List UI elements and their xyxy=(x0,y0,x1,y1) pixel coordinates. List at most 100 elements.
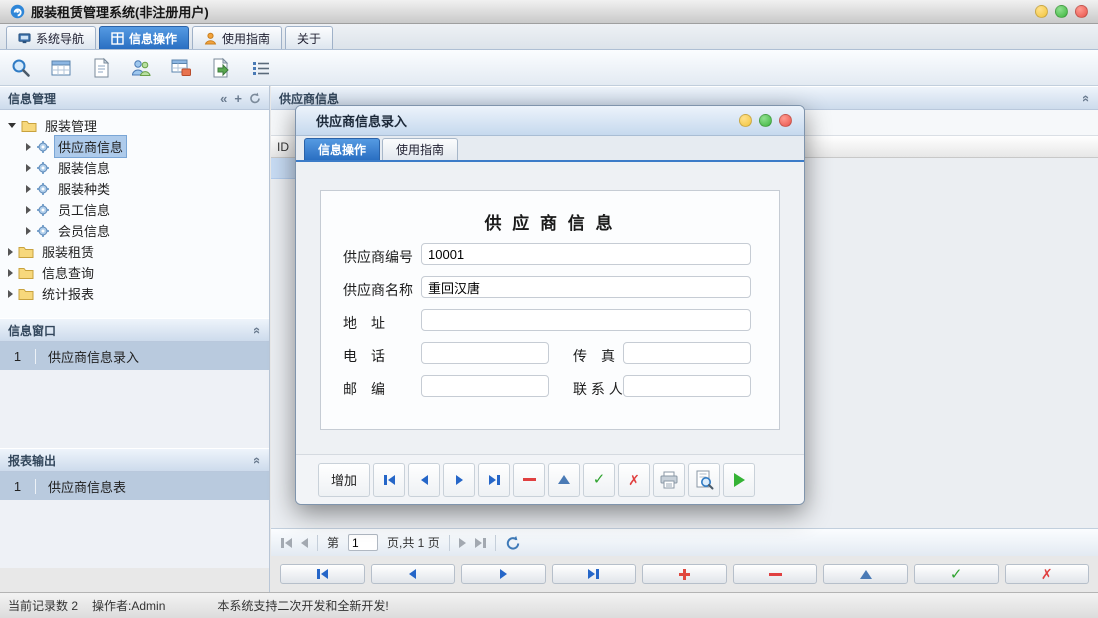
list-button[interactable] xyxy=(248,55,274,81)
maximize-button[interactable] xyxy=(1055,5,1068,18)
expand-arrow-icon[interactable] xyxy=(8,248,13,256)
tab-info-operations[interactable]: 信息操作 xyxy=(99,26,189,49)
dialog-print-button[interactable] xyxy=(653,463,685,497)
contact-input[interactable] xyxy=(623,375,751,397)
add-icon[interactable]: + xyxy=(234,92,242,105)
minimize-button[interactable] xyxy=(1035,5,1048,18)
tree-item-statistics-report[interactable]: 统计报表 xyxy=(0,283,269,304)
phone-input[interactable] xyxy=(421,342,549,364)
tree-item-clothing-category[interactable]: 服装种类 xyxy=(0,178,269,199)
supplier-code-input[interactable] xyxy=(421,243,751,265)
expand-arrow-icon[interactable] xyxy=(26,206,31,214)
table-view-button[interactable] xyxy=(48,55,74,81)
dialog-maximize-button[interactable] xyxy=(759,114,772,127)
dialog-last-button[interactable] xyxy=(478,463,510,497)
expand-arrow-icon[interactable] xyxy=(8,290,13,298)
tree-item-clothing-rental[interactable]: 服装租赁 xyxy=(0,241,269,262)
up-triangle-icon xyxy=(558,475,570,484)
record-cancel-button[interactable]: ✗ xyxy=(1005,564,1090,584)
search-button[interactable] xyxy=(8,55,34,81)
dialog-prev-button[interactable] xyxy=(408,463,440,497)
tab-about[interactable]: 关于 xyxy=(285,26,333,49)
next-page-icon[interactable] xyxy=(459,538,466,548)
list-icon xyxy=(250,57,272,79)
record-edit-button[interactable] xyxy=(823,564,908,584)
dialog-tab-info-operations[interactable]: 信息操作 xyxy=(304,138,380,160)
info-window-panel-header: 信息窗口 « xyxy=(0,318,269,342)
panel-tools: « + xyxy=(220,92,261,105)
dialog-confirm-button[interactable]: ✓ xyxy=(583,463,615,497)
fax-input[interactable] xyxy=(623,342,751,364)
collapse-sidebar-icon[interactable]: « xyxy=(220,92,227,105)
refresh-icon[interactable] xyxy=(505,535,521,551)
tab-label: 信息操作 xyxy=(129,30,177,47)
tree-item-info-query[interactable]: 信息查询 xyxy=(0,262,269,283)
page-number-input[interactable] xyxy=(348,534,378,551)
tree-item-label: 服装租赁 xyxy=(39,241,97,262)
report-output-list: 1 供应商信息表 xyxy=(0,472,269,568)
refresh-icon[interactable] xyxy=(249,92,261,104)
address-input[interactable] xyxy=(421,309,751,331)
tree-item-label: 员工信息 xyxy=(55,199,113,220)
dialog-next-button[interactable] xyxy=(443,463,475,497)
supplier-name-input[interactable] xyxy=(421,276,751,298)
record-delete-button[interactable] xyxy=(733,564,818,584)
record-add-button[interactable] xyxy=(642,564,727,584)
first-page-icon[interactable] xyxy=(281,538,292,548)
list-item-supplier-report[interactable]: 1 供应商信息表 xyxy=(0,472,269,500)
tab-label: 使用指南 xyxy=(396,141,444,158)
document-button[interactable] xyxy=(88,55,114,81)
document-export-button[interactable] xyxy=(208,55,234,81)
dialog-first-button[interactable] xyxy=(373,463,405,497)
panel-tools: « xyxy=(254,324,261,337)
first-record-icon xyxy=(317,569,328,579)
monitor-icon xyxy=(18,32,31,45)
tree-item-member-info[interactable]: 会员信息 xyxy=(0,220,269,241)
list-item-supplier-entry[interactable]: 1 供应商信息录入 xyxy=(0,342,269,370)
collapse-panel-icon[interactable]: « xyxy=(251,326,264,333)
add-button[interactable]: 增加 xyxy=(318,463,370,497)
expand-arrow-icon[interactable] xyxy=(26,227,31,235)
expand-arrow-icon[interactable] xyxy=(26,143,31,151)
record-confirm-button[interactable]: ✓ xyxy=(914,564,999,584)
dialog-cancel-button[interactable]: ✗ xyxy=(618,463,650,497)
users-button[interactable] xyxy=(128,55,154,81)
expand-arrow-icon[interactable] xyxy=(26,164,31,172)
printer-icon xyxy=(659,471,679,489)
close-button[interactable] xyxy=(1075,5,1088,18)
fax-label: 传 真 xyxy=(573,346,615,366)
zip-input[interactable] xyxy=(421,375,549,397)
last-record-icon xyxy=(588,569,599,579)
collapse-arrow-icon[interactable] xyxy=(8,123,16,128)
record-prev-button[interactable] xyxy=(371,564,456,584)
dialog-run-button[interactable] xyxy=(723,463,755,497)
table-edit-button[interactable] xyxy=(168,55,194,81)
dialog-titlebar[interactable]: 供应商信息录入 xyxy=(296,106,804,136)
dialog-tabbar: 信息操作 使用指南 xyxy=(296,136,804,162)
plus-icon xyxy=(679,569,690,580)
tab-label: 系统导航 xyxy=(36,30,84,47)
tree-item-clothing-info[interactable]: 服装信息 xyxy=(0,157,269,178)
record-last-button[interactable] xyxy=(552,564,637,584)
last-page-icon[interactable] xyxy=(475,538,486,548)
tree-item-label: 信息查询 xyxy=(39,262,97,283)
dialog-delete-button[interactable] xyxy=(513,463,545,497)
minus-icon xyxy=(769,573,782,576)
dialog-minimize-button[interactable] xyxy=(739,114,752,127)
tab-user-guide[interactable]: 使用指南 xyxy=(192,26,282,49)
prev-page-icon[interactable] xyxy=(301,538,308,548)
tree-item-employee-info[interactable]: 员工信息 xyxy=(0,199,269,220)
tree-item-clothing-management[interactable]: 服装管理 xyxy=(0,115,269,136)
expand-arrow-icon[interactable] xyxy=(26,185,31,193)
dialog-edit-button[interactable] xyxy=(548,463,580,497)
record-next-button[interactable] xyxy=(461,564,546,584)
dialog-close-button[interactable] xyxy=(779,114,792,127)
collapse-panel-icon[interactable]: « xyxy=(1080,94,1093,101)
collapse-panel-icon[interactable]: « xyxy=(251,456,264,463)
dialog-print-preview-button[interactable] xyxy=(688,463,720,497)
tree-item-supplier-info[interactable]: 供应商信息 xyxy=(0,136,269,157)
record-first-button[interactable] xyxy=(280,564,365,584)
dialog-tab-user-guide[interactable]: 使用指南 xyxy=(382,138,458,160)
expand-arrow-icon[interactable] xyxy=(8,269,13,277)
tab-system-navigation[interactable]: 系统导航 xyxy=(6,26,96,49)
